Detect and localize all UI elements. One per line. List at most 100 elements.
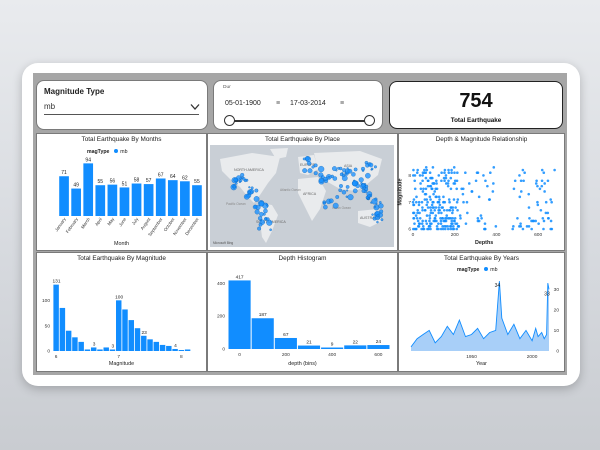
earthquake-bubble: [363, 183, 367, 186]
earthquake-bubble: [332, 202, 339, 209]
scatter-point: [452, 182, 456, 185]
bar: [71, 188, 81, 216]
data-label: 34: [495, 283, 501, 289]
scatter-point: [542, 219, 546, 223]
scatter-point: [424, 176, 428, 180]
x-axis-label: Month: [114, 241, 129, 247]
y-tick-label: 50: [45, 323, 51, 329]
earthquake-bubble: [240, 173, 245, 178]
scatter-point: [442, 208, 446, 212]
scatter-point: [416, 219, 420, 223]
range-slider-start-handle[interactable]: [224, 115, 235, 126]
y-tick-label: 8: [408, 173, 411, 179]
scatter-point: [439, 216, 442, 220]
earthquake-bubble: [358, 177, 364, 183]
data-label: 3: [112, 343, 115, 349]
scatter-point: [546, 179, 550, 183]
scatter-point: [450, 219, 454, 223]
data-label: 100: [115, 294, 123, 300]
scatter-point: [447, 198, 451, 201]
scatter-point: [429, 206, 432, 209]
scatter-point: [487, 198, 491, 201]
scatter-point: [447, 168, 450, 172]
x-tick-label: 600: [534, 232, 542, 238]
scatter-point: [434, 195, 438, 199]
scatter-point: [475, 171, 479, 175]
slicer-value[interactable]: mb: [44, 102, 55, 111]
earthquake-bubble: [307, 168, 313, 174]
earthquake-bubble: [338, 188, 343, 193]
scatter-point: [413, 174, 417, 177]
scatter-point: [450, 168, 453, 172]
calendar-icon[interactable]: ≡: [276, 100, 280, 107]
earthquake-bubble: [253, 196, 260, 202]
magnitude-type-slicer[interactable]: Magnitude Type mb: [36, 80, 208, 130]
scatter-point: [474, 179, 478, 183]
scatter-point: [442, 195, 445, 199]
earthquake-bubble: [243, 193, 250, 200]
scatter-point: [455, 187, 459, 191]
data-label: 64: [170, 174, 176, 180]
scatter-point: [549, 227, 553, 231]
scatter-point: [423, 168, 426, 172]
scatter-point: [424, 219, 428, 223]
earthquake-bubble: [361, 169, 365, 172]
earthquake-bubble: [351, 172, 356, 177]
scatter-point: [455, 200, 459, 204]
date-end-input[interactable]: 17-03-2014: [290, 100, 326, 107]
world-map[interactable]: NORTH AMERICA SOUTH AMERICA EUROPE AFRIC…: [210, 145, 394, 247]
scatter-point: [452, 225, 455, 228]
range-slider-track[interactable]: [230, 120, 368, 122]
bar: [107, 184, 118, 216]
earthquake-bubble: [304, 156, 310, 161]
scatter-point: [443, 171, 446, 175]
scatter-point: [433, 216, 437, 220]
scatter-point: [425, 214, 429, 217]
bar: [72, 337, 78, 351]
scatter-point: [455, 227, 459, 231]
scatter-point: [424, 166, 428, 169]
date-range-slicer[interactable]: Dur 05-01-1900 ≡ 17-03-2014 ≡: [213, 80, 383, 130]
x-tick-label: 600: [374, 352, 382, 358]
tick-label: March: [80, 216, 91, 229]
earthquake-bubble: [341, 190, 347, 195]
date-start-input[interactable]: 05-01-1900: [225, 100, 261, 107]
scatter-point: [416, 168, 419, 172]
y-tick-label: 30: [554, 287, 560, 293]
scatter-point: [518, 195, 522, 199]
x-axis-label: Year: [476, 361, 487, 367]
earthquake-bubble: [368, 162, 374, 168]
magnitude-chart-card: Total Earthquake By Magnitude 0 50 100 131 3…: [36, 252, 207, 372]
scatter-point: [543, 182, 546, 185]
scatter-point: [426, 179, 430, 183]
data-label: 21: [306, 340, 312, 346]
years-area-chart: 0 10 20 30 34 33 1950 2000: [410, 281, 560, 360]
scatter-point: [421, 219, 424, 223]
series-area: [411, 281, 549, 351]
scatter-point: [482, 174, 485, 177]
scatter-point: [440, 179, 443, 183]
scatter-point: [414, 214, 418, 217]
earthquake-bubble: [258, 222, 263, 227]
scatter-point: [443, 200, 447, 204]
earthquake-bubble: [259, 219, 262, 222]
scatter-point: [437, 206, 441, 209]
range-slider-end-handle[interactable]: [364, 115, 375, 126]
scatter-point: [431, 166, 435, 169]
map-label: ASIA: [344, 164, 353, 168]
scatter-point: [457, 225, 461, 228]
scatter-point: [430, 187, 434, 191]
scatter-point: [540, 184, 544, 188]
scatter-point: [450, 171, 453, 175]
scatter-point: [541, 216, 545, 220]
scatter-point: [513, 179, 517, 183]
scatter-point: [428, 222, 432, 225]
scatter-point: [421, 171, 425, 175]
earthquake-bubble: [262, 212, 266, 216]
scatter-point: [418, 222, 421, 225]
slicer-underline: [44, 114, 199, 115]
scatter-point: [540, 168, 544, 172]
calendar-icon[interactable]: ≡: [340, 100, 344, 107]
scatter-point: [458, 214, 462, 217]
y-tick-label: 7: [408, 200, 411, 206]
